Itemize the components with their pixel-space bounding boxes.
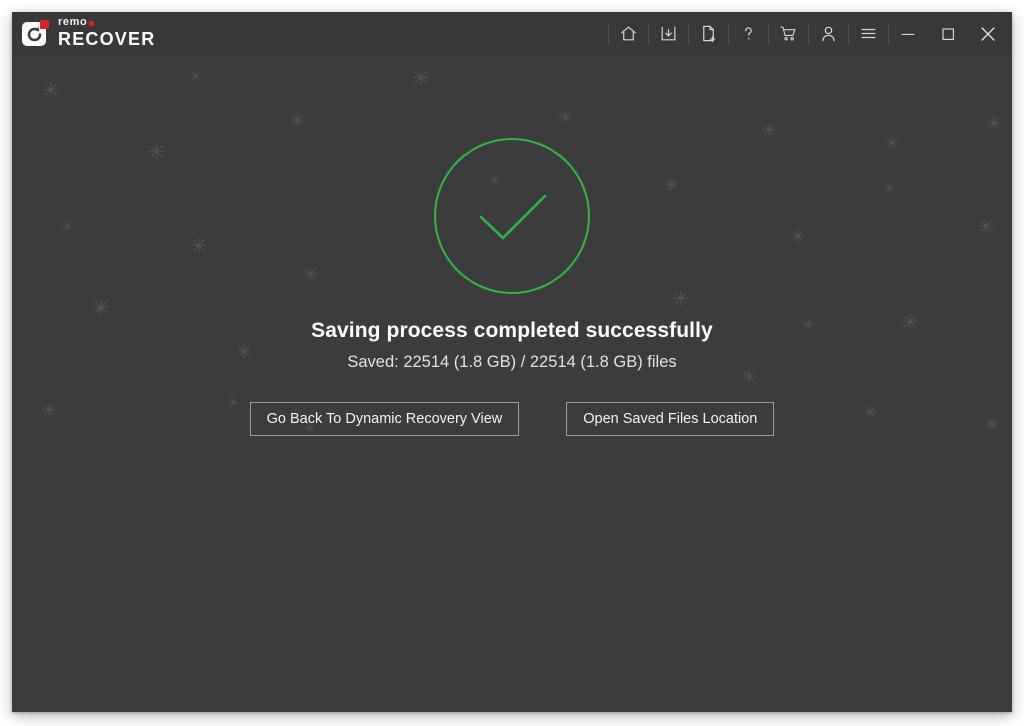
status-panel: Saving process completed successfully Sa… [12,55,1012,436]
app-brand: remo RECOVER [12,12,155,55]
title-bar-actions [608,12,1012,55]
title-bar: remo RECOVER [12,12,1012,55]
logo-refresh-arrow-icon [27,26,42,41]
action-button-row: Go Back To Dynamic Recovery View Open Sa… [249,402,775,436]
brand-name-large: RECOVER [58,29,156,49]
help-icon[interactable] [728,12,768,55]
application-window: remo RECOVER ✳ ✳ ✳ ✳ ✳ ✳ ✳ ✳ ✳ ✳ ✳ ✳ ✳ ✳… [12,12,1012,712]
menu-icon[interactable] [848,12,888,55]
remo-logo-icon [22,19,50,48]
content-area: ✳ ✳ ✳ ✳ ✳ ✳ ✳ ✳ ✳ ✳ ✳ ✳ ✳ ✳ ✳ ✳ ✳ ✳ ✳ ✳ ✳ ✳ ✳ ✳ ✳ ✳ ✳ ✳ Saving proc… [12,55,1012,712]
brand-red-dot [89,21,95,26]
home-icon[interactable] [608,12,648,55]
minimize-button[interactable] [888,12,928,55]
cart-icon[interactable] [768,12,808,55]
screen-root: remo RECOVER ✳ ✳ ✳ ✳ ✳ ✳ ✳ ✳ ✳ ✳ ✳ ✳ ✳ ✳… [0,0,1024,726]
brand-name-small: remo [58,16,88,28]
go-back-to-dynamic-recovery-view-button[interactable]: Go Back To Dynamic Recovery View [249,402,520,436]
account-icon[interactable] [808,12,848,55]
check-circle-icon [433,137,591,295]
brand-top-row: remo [58,17,155,28]
save-icon[interactable] [648,12,688,55]
status-detail: Saved: 22514 (1.8 GB) / 22514 (1.8 GB) f… [347,353,677,371]
maximize-button[interactable] [928,12,968,55]
new-file-icon[interactable] [688,12,728,55]
status-headline: Saving process completed successfully [311,319,713,342]
close-button[interactable] [968,12,1008,55]
open-saved-files-location-button[interactable]: Open Saved Files Location [566,402,775,436]
brand-text: remo RECOVER [58,17,155,50]
